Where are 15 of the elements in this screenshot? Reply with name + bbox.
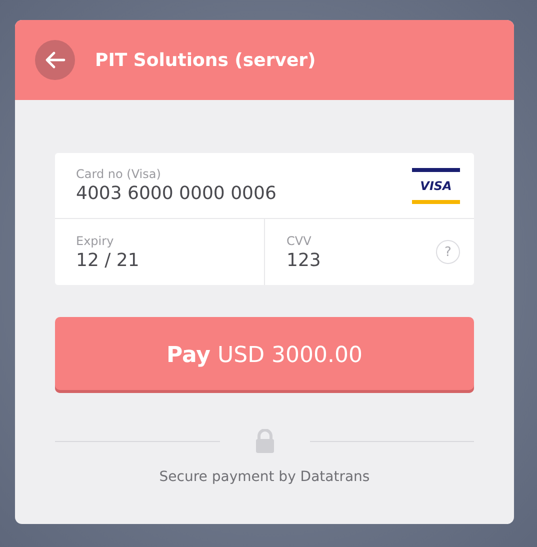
field-value: 12 / 21 <box>76 250 140 270</box>
field-label: Expiry <box>76 234 115 248</box>
field-label: CVV <box>286 234 312 248</box>
back-arrow-icon <box>44 51 66 69</box>
lock-icon <box>254 429 276 453</box>
field-value: 123 <box>286 250 321 270</box>
card-number-field[interactable]: Card no (Visa) 4003 6000 0000 0006 VISA <box>55 153 474 219</box>
back-button[interactable] <box>35 40 75 80</box>
field-label: Card no (Visa) <box>76 167 162 181</box>
secure-payment-text: Secure payment by Datatrans <box>159 469 370 485</box>
field-value: 4003 6000 0000 0006 <box>76 183 276 204</box>
cvv-field[interactable]: CVV 123 ? <box>264 219 474 285</box>
visa-logo: VISA <box>412 168 460 204</box>
merchant-title: PIT Solutions (server) <box>95 50 316 70</box>
expiry-field[interactable]: Expiry 12 / 21 <box>55 219 264 285</box>
